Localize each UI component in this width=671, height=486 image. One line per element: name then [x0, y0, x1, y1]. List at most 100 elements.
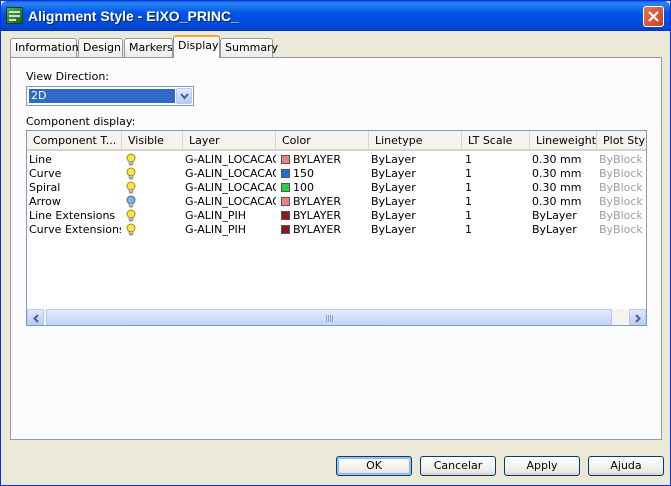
- help-button[interactable]: Ajuda: [588, 456, 664, 476]
- lightbulb-off-icon[interactable]: [125, 195, 137, 209]
- cell-linetype[interactable]: ByLayer: [371, 181, 461, 195]
- cell-color[interactable]: BYLAYER: [281, 209, 369, 223]
- cell-text: ByBlock: [599, 195, 643, 208]
- scroll-left-button[interactable]: [27, 309, 44, 325]
- lightbulb-on-icon[interactable]: [125, 181, 137, 195]
- apply-button[interactable]: Apply: [504, 456, 580, 476]
- cell-linetype[interactable]: ByLayer: [371, 153, 461, 167]
- scroll-right-button[interactable]: [629, 309, 646, 325]
- cell-plot-style[interactable]: ByBlock: [599, 223, 646, 237]
- cell-text: ByBlock: [599, 153, 643, 166]
- cell-text: ByLayer: [371, 195, 416, 208]
- table-row[interactable]: Curve G-ALIN_LOCACAO 150 ByLayer 1 0.30 mm ByB…: [27, 167, 646, 181]
- cell-lineweight[interactable]: 0.30 mm: [532, 153, 596, 167]
- lightbulb-on-icon[interactable]: [125, 209, 137, 223]
- cell-component[interactable]: Line: [29, 153, 121, 167]
- cell-component[interactable]: Curve: [29, 167, 121, 181]
- app-icon: [6, 7, 23, 24]
- cell-text: Curve Extensions: [29, 223, 121, 236]
- view-direction-dropdown-button[interactable]: [176, 88, 192, 104]
- cell-plot-style[interactable]: ByBlock: [599, 153, 646, 167]
- column-header-plot-style[interactable]: Plot Style: [597, 131, 646, 149]
- cell-color[interactable]: BYLAYER: [281, 195, 369, 209]
- window-title: Alignment Style - EIXO_PRINC_: [28, 8, 239, 24]
- table-row[interactable]: Line Extensions G-ALIN_PIH BYLAYER ByLayer 1…: [27, 209, 646, 223]
- column-header-visible[interactable]: Visible: [122, 131, 183, 149]
- cell-plot-style[interactable]: ByBlock: [599, 209, 646, 223]
- lightbulb-on-icon[interactable]: [125, 153, 137, 167]
- cell-lineweight[interactable]: 0.30 mm: [532, 167, 596, 181]
- cell-plot-style[interactable]: ByBlock: [599, 195, 646, 209]
- table-row[interactable]: Line G-ALIN_LOCACAO BYLAYER ByLayer 1 0.30 mm…: [27, 153, 646, 167]
- cell-layer[interactable]: G-ALIN_PIH: [185, 223, 276, 237]
- cell-lt-scale[interactable]: 1: [465, 195, 529, 209]
- cell-lineweight[interactable]: ByLayer: [532, 209, 596, 223]
- lightbulb-on-icon[interactable]: [125, 223, 137, 237]
- tab-design[interactable]: Design: [78, 38, 123, 57]
- cell-color[interactable]: 100: [281, 181, 369, 195]
- cell-lt-scale[interactable]: 1: [465, 153, 529, 167]
- cell-text: ByBlock: [599, 209, 643, 222]
- cell-text: Line Extensions: [29, 209, 116, 222]
- cell-plot-style[interactable]: ByBlock: [599, 167, 646, 181]
- tab-summary[interactable]: Summary: [220, 38, 278, 57]
- cell-component[interactable]: Arrow: [29, 195, 121, 209]
- column-header-linetype[interactable]: Linetype: [369, 131, 462, 149]
- cell-lt-scale[interactable]: 1: [465, 181, 529, 195]
- cell-layer[interactable]: G-ALIN_LOCACAO: [185, 167, 276, 181]
- horizontal-scrollbar[interactable]: [27, 308, 646, 325]
- cell-color[interactable]: BYLAYER: [281, 223, 369, 237]
- cell-color[interactable]: 150: [281, 167, 369, 181]
- lightbulb-on-icon[interactable]: [125, 167, 137, 181]
- cell-linetype[interactable]: ByLayer: [371, 223, 461, 237]
- cell-text: ByLayer: [371, 167, 416, 180]
- close-button[interactable]: [643, 6, 664, 27]
- view-direction-select[interactable]: 2D: [26, 86, 194, 106]
- cell-text: 1: [465, 153, 472, 166]
- column-header-layer[interactable]: Layer: [183, 131, 276, 149]
- cell-layer[interactable]: G-ALIN_LOCACAO: [185, 153, 276, 167]
- view-direction-value: 2D: [29, 89, 175, 103]
- cell-linetype[interactable]: ByLayer: [371, 195, 461, 209]
- column-header-color[interactable]: Color: [276, 131, 369, 149]
- cell-lt-scale[interactable]: 1: [465, 223, 529, 237]
- cell-color[interactable]: BYLAYER: [281, 153, 369, 167]
- tab-display[interactable]: Display: [173, 35, 220, 58]
- cell-text: BYLAYER: [293, 195, 342, 208]
- tab-information[interactable]: Information: [10, 38, 79, 57]
- cell-text: G-ALIN_PIH: [185, 209, 247, 222]
- cell-text: 1: [465, 167, 472, 180]
- cell-linetype[interactable]: ByLayer: [371, 167, 461, 181]
- ok-button[interactable]: OK: [336, 456, 412, 476]
- column-header-lt-scale[interactable]: LT Scale: [462, 131, 530, 149]
- table-row[interactable]: Curve Extensions G-ALIN_PIH BYLAYER ByLayer…: [27, 223, 646, 237]
- cell-text: 1: [465, 195, 472, 208]
- cell-component[interactable]: Spiral: [29, 181, 121, 195]
- cell-plot-style[interactable]: ByBlock: [599, 181, 646, 195]
- column-header-component[interactable]: Component T...: [27, 131, 122, 149]
- table-row[interactable]: Arrow G-ALIN_LOCACAO BYLAYER ByLayer 1 0.30 m…: [27, 195, 646, 209]
- scroll-thumb[interactable]: [46, 309, 612, 325]
- cell-lineweight[interactable]: 0.30 mm: [532, 181, 596, 195]
- cell-component[interactable]: Curve Extensions: [29, 223, 121, 237]
- cell-text: 0.30 mm: [532, 195, 582, 208]
- cell-component[interactable]: Line Extensions: [29, 209, 121, 223]
- cell-lt-scale[interactable]: 1: [465, 209, 529, 223]
- cell-layer[interactable]: G-ALIN_PIH: [185, 209, 276, 223]
- cell-lineweight[interactable]: ByLayer: [532, 223, 596, 237]
- cell-lineweight[interactable]: 0.30 mm: [532, 195, 596, 209]
- cell-lt-scale[interactable]: 1: [465, 167, 529, 181]
- cell-layer[interactable]: G-ALIN_LOCACAO: [185, 195, 276, 209]
- color-swatch: [281, 197, 290, 206]
- cell-text: 0.30 mm: [532, 153, 582, 166]
- tab-markers[interactable]: Markers: [124, 38, 173, 57]
- component-display-table[interactable]: Component T... Visible Layer Color Linet…: [26, 130, 647, 326]
- cell-linetype[interactable]: ByLayer: [371, 209, 461, 223]
- cancel-button[interactable]: Cancelar: [420, 456, 496, 476]
- column-header-lineweight[interactable]: Lineweight: [530, 131, 597, 149]
- cell-text: 100: [293, 181, 314, 194]
- cell-text: BYLAYER: [293, 209, 342, 222]
- cell-layer[interactable]: G-ALIN_LOCACAO: [185, 181, 276, 195]
- table-row[interactable]: Spiral G-ALIN_LOCACAO 100 ByLayer 1 0.30 mm By…: [27, 181, 646, 195]
- title-bar[interactable]: Alignment Style - EIXO_PRINC_: [1, 1, 670, 31]
